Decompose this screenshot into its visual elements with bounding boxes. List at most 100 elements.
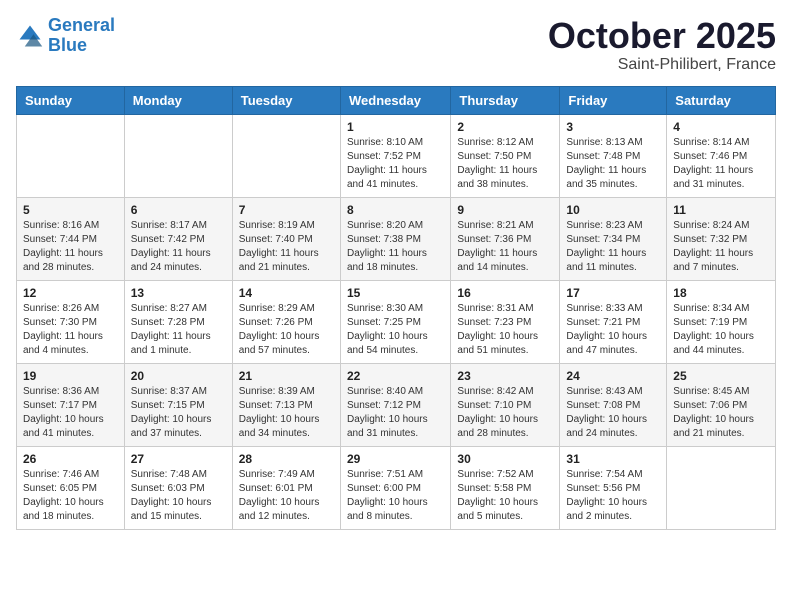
weekday-header-sunday: Sunday	[17, 86, 125, 114]
day-info: Sunrise: 8:20 AM Sunset: 7:38 PM Dayligh…	[347, 219, 444, 275]
calendar-cell: 24 Sunrise: 8:43 AM Sunset: 7:08 PM Dayli…	[560, 363, 667, 446]
day-info: Sunrise: 8:13 AM Sunset: 7:48 PM Dayligh…	[566, 136, 660, 192]
day-info: Sunrise: 8:37 AM Sunset: 7:15 PM Dayligh…	[131, 385, 226, 441]
weekday-header-saturday: Saturday	[667, 86, 776, 114]
day-number: 16	[457, 286, 553, 300]
logo: General Blue	[16, 16, 115, 56]
calendar-cell	[667, 446, 776, 529]
day-info: Sunrise: 8:10 AM Sunset: 7:52 PM Dayligh…	[347, 136, 444, 192]
day-number: 15	[347, 286, 444, 300]
day-number: 10	[566, 203, 660, 217]
day-info: Sunrise: 7:51 AM Sunset: 6:00 PM Dayligh…	[347, 468, 444, 524]
day-number: 26	[23, 452, 118, 466]
title-area: October 2025 Saint-Philibert, France	[548, 16, 776, 74]
day-number: 25	[673, 369, 769, 383]
calendar-cell: 16 Sunrise: 8:31 AM Sunset: 7:23 PM Dayli…	[451, 280, 560, 363]
day-number: 23	[457, 369, 553, 383]
weekday-header-wednesday: Wednesday	[340, 86, 450, 114]
calendar-cell: 27 Sunrise: 7:48 AM Sunset: 6:03 PM Dayli…	[124, 446, 232, 529]
calendar-cell: 5Sunrise: 8:16 AM Sunset: 7:44 PM Daylig…	[17, 197, 125, 280]
logo-line2: Blue	[48, 35, 87, 55]
day-info: Sunrise: 8:14 AM Sunset: 7:46 PM Dayligh…	[673, 136, 769, 192]
day-number: 4	[673, 120, 769, 134]
weekday-header-row: SundayMondayTuesdayWednesdayThursdayFrid…	[17, 86, 776, 114]
day-info: Sunrise: 7:54 AM Sunset: 5:56 PM Dayligh…	[566, 468, 660, 524]
calendar-week-row: 5Sunrise: 8:16 AM Sunset: 7:44 PM Daylig…	[17, 197, 776, 280]
day-number: 29	[347, 452, 444, 466]
calendar-cell: 1 Sunrise: 8:10 AM Sunset: 7:52 PM Daylig…	[340, 114, 450, 197]
calendar-cell: 20 Sunrise: 8:37 AM Sunset: 7:15 PM Dayli…	[124, 363, 232, 446]
logo-text: General Blue	[48, 16, 115, 56]
day-number: 18	[673, 286, 769, 300]
header: General Blue October 2025 Saint-Philiber…	[16, 16, 776, 74]
day-info: Sunrise: 8:34 AM Sunset: 7:19 PM Dayligh…	[673, 302, 769, 358]
day-number: 20	[131, 369, 226, 383]
calendar-cell: 17Sunrise: 8:33 AM Sunset: 7:21 PM Dayli…	[560, 280, 667, 363]
calendar-cell: 21 Sunrise: 8:39 AM Sunset: 7:13 PM Dayli…	[232, 363, 340, 446]
day-number: 1	[347, 120, 444, 134]
weekday-header-monday: Monday	[124, 86, 232, 114]
day-number: 19	[23, 369, 118, 383]
day-info: Sunrise: 8:43 AM Sunset: 7:08 PM Dayligh…	[566, 385, 660, 441]
calendar-cell: 25 Sunrise: 8:45 AM Sunset: 7:06 PM Dayli…	[667, 363, 776, 446]
calendar-week-row: 26 Sunrise: 7:46 AM Sunset: 6:05 PM Dayli…	[17, 446, 776, 529]
day-number: 12	[23, 286, 118, 300]
calendar-cell: 10 Sunrise: 8:23 AM Sunset: 7:34 PM Dayli…	[560, 197, 667, 280]
calendar-cell: 23 Sunrise: 8:42 AM Sunset: 7:10 PM Dayli…	[451, 363, 560, 446]
calendar-cell: 12 Sunrise: 8:26 AM Sunset: 7:30 PM Dayli…	[17, 280, 125, 363]
calendar-cell: 11 Sunrise: 8:24 AM Sunset: 7:32 PM Dayli…	[667, 197, 776, 280]
calendar-cell	[17, 114, 125, 197]
calendar-cell: 7 Sunrise: 8:19 AM Sunset: 7:40 PM Daylig…	[232, 197, 340, 280]
day-info: Sunrise: 8:31 AM Sunset: 7:23 PM Dayligh…	[457, 302, 553, 358]
day-info: Sunrise: 8:42 AM Sunset: 7:10 PM Dayligh…	[457, 385, 553, 441]
day-number: 14	[239, 286, 334, 300]
location-subtitle: Saint-Philibert, France	[548, 56, 776, 74]
day-info: Sunrise: 7:52 AM Sunset: 5:58 PM Dayligh…	[457, 468, 553, 524]
day-number: 9	[457, 203, 553, 217]
calendar-cell: 22 Sunrise: 8:40 AM Sunset: 7:12 PM Dayli…	[340, 363, 450, 446]
day-number: 2	[457, 120, 553, 134]
month-title: October 2025	[548, 16, 776, 56]
day-info: Sunrise: 8:39 AM Sunset: 7:13 PM Dayligh…	[239, 385, 334, 441]
day-info: Sunrise: 8:17 AM Sunset: 7:42 PM Dayligh…	[131, 219, 226, 275]
calendar-cell	[124, 114, 232, 197]
calendar-cell: 2Sunrise: 8:12 AM Sunset: 7:50 PM Daylig…	[451, 114, 560, 197]
day-info: Sunrise: 8:26 AM Sunset: 7:30 PM Dayligh…	[23, 302, 118, 358]
day-number: 13	[131, 286, 226, 300]
day-info: Sunrise: 7:48 AM Sunset: 6:03 PM Dayligh…	[131, 468, 226, 524]
day-info: Sunrise: 8:24 AM Sunset: 7:32 PM Dayligh…	[673, 219, 769, 275]
day-info: Sunrise: 8:30 AM Sunset: 7:25 PM Dayligh…	[347, 302, 444, 358]
calendar-cell: 18 Sunrise: 8:34 AM Sunset: 7:19 PM Dayli…	[667, 280, 776, 363]
calendar-cell: 3 Sunrise: 8:13 AM Sunset: 7:48 PM Daylig…	[560, 114, 667, 197]
weekday-header-tuesday: Tuesday	[232, 86, 340, 114]
day-number: 24	[566, 369, 660, 383]
calendar-cell: 14 Sunrise: 8:29 AM Sunset: 7:26 PM Dayli…	[232, 280, 340, 363]
day-info: Sunrise: 7:46 AM Sunset: 6:05 PM Dayligh…	[23, 468, 118, 524]
calendar-cell: 30Sunrise: 7:52 AM Sunset: 5:58 PM Dayli…	[451, 446, 560, 529]
calendar-cell: 13 Sunrise: 8:27 AM Sunset: 7:28 PM Dayli…	[124, 280, 232, 363]
day-number: 7	[239, 203, 334, 217]
day-info: Sunrise: 8:27 AM Sunset: 7:28 PM Dayligh…	[131, 302, 226, 358]
day-number: 27	[131, 452, 226, 466]
calendar-cell: 8Sunrise: 8:20 AM Sunset: 7:38 PM Daylig…	[340, 197, 450, 280]
weekday-header-friday: Friday	[560, 86, 667, 114]
day-number: 11	[673, 203, 769, 217]
day-info: Sunrise: 8:40 AM Sunset: 7:12 PM Dayligh…	[347, 385, 444, 441]
logo-line1: General	[48, 15, 115, 35]
calendar-cell	[232, 114, 340, 197]
day-number: 28	[239, 452, 334, 466]
calendar-cell: 4 Sunrise: 8:14 AM Sunset: 7:46 PM Daylig…	[667, 114, 776, 197]
day-info: Sunrise: 8:45 AM Sunset: 7:06 PM Dayligh…	[673, 385, 769, 441]
day-info: Sunrise: 8:21 AM Sunset: 7:36 PM Dayligh…	[457, 219, 553, 275]
day-info: Sunrise: 8:33 AM Sunset: 7:21 PM Dayligh…	[566, 302, 660, 358]
day-info: Sunrise: 8:23 AM Sunset: 7:34 PM Dayligh…	[566, 219, 660, 275]
day-number: 21	[239, 369, 334, 383]
day-info: Sunrise: 8:36 AM Sunset: 7:17 PM Dayligh…	[23, 385, 118, 441]
calendar-cell: 19 Sunrise: 8:36 AM Sunset: 7:17 PM Dayli…	[17, 363, 125, 446]
day-info: Sunrise: 8:29 AM Sunset: 7:26 PM Dayligh…	[239, 302, 334, 358]
day-info: Sunrise: 8:19 AM Sunset: 7:40 PM Dayligh…	[239, 219, 334, 275]
day-number: 3	[566, 120, 660, 134]
day-number: 22	[347, 369, 444, 383]
calendar-week-row: 19 Sunrise: 8:36 AM Sunset: 7:17 PM Dayli…	[17, 363, 776, 446]
calendar-cell: 31Sunrise: 7:54 AM Sunset: 5:56 PM Dayli…	[560, 446, 667, 529]
